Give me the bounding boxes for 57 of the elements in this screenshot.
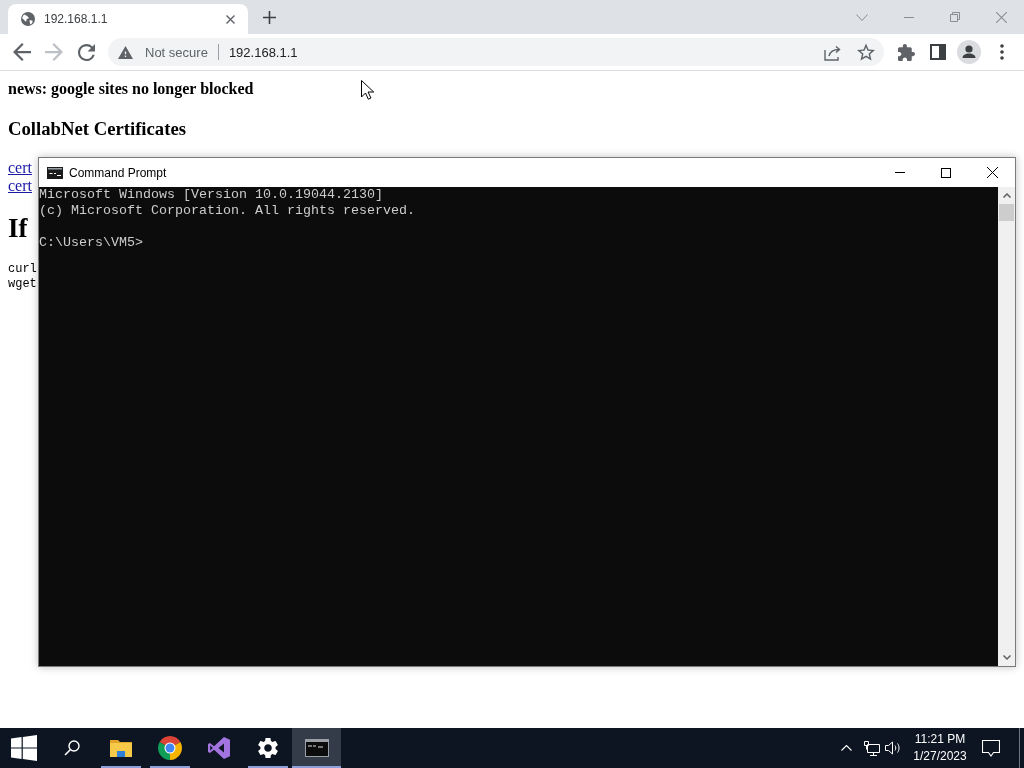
- mouse-pointer-icon: [361, 80, 374, 100]
- notification-icon: [982, 739, 1000, 757]
- maximize-icon: [941, 167, 951, 178]
- console-app-icon: [47, 166, 63, 179]
- close-icon: [986, 167, 998, 178]
- browser-tab[interactable]: 192.168.1.1: [8, 4, 248, 34]
- window-title: Command Prompt: [69, 165, 168, 180]
- console-panel[interactable]: Microsoft Windows [Version 10.0.19044.2130] (c) Microsoft Corporation. All rights reserved. C:\Users\VM5>: [39, 187, 998, 666]
- warning-icon: [118, 45, 133, 59]
- scrollbar-track[interactable]: [998, 187, 1015, 666]
- security-chip[interactable]: Not secure: [118, 44, 208, 60]
- console-output-line: Microsoft Windows [Version 10.0.19044.2130]: [39, 187, 383, 203]
- clock[interactable]: 11:21 PM 1/27/2023: [909, 728, 971, 768]
- browser-logo-icon: [157, 736, 182, 760]
- news-heading: news: google sites no longer blocked: [8, 80, 254, 98]
- profile-button[interactable]: [955, 38, 983, 66]
- address-bar[interactable]: Not secure 192.168.1.1: [108, 38, 884, 66]
- bookmark-button[interactable]: [857, 43, 875, 61]
- reload-icon: [77, 43, 95, 61]
- scroll-down-icon[interactable]: [1002, 655, 1011, 660]
- network-icon: [864, 740, 880, 756]
- plus-icon: [262, 10, 276, 24]
- close-icon: [225, 14, 235, 24]
- avatar-icon: [957, 40, 981, 64]
- terminal-icon: [304, 739, 329, 757]
- forward-arrow-icon: [45, 43, 63, 61]
- side-panel-icon: [930, 44, 946, 60]
- chevron-down-icon: [856, 13, 868, 21]
- minimize-icon: [904, 16, 914, 18]
- restore-icon: [950, 12, 960, 22]
- puzzle-icon: [897, 43, 915, 61]
- more-vertical-icon: [1000, 44, 1004, 60]
- globe-icon: [20, 11, 36, 27]
- settings-icon: [257, 738, 278, 758]
- caret-up-icon: [840, 745, 852, 751]
- console-output-line: (c) Microsoft Corporation. All rights reserved.: [39, 203, 415, 219]
- page-heading: CollabNet Certificates: [8, 118, 186, 140]
- ide-logo-icon: [207, 737, 230, 759]
- code-line: curl: [8, 262, 37, 277]
- cert-link[interactable]: cert: [8, 159, 32, 177]
- windows-logo-icon: [11, 735, 37, 761]
- console-prompt: C:\Users\VM5>: [39, 235, 143, 251]
- back-arrow-icon: [13, 43, 31, 61]
- taskbar-button[interactable]: [292, 728, 341, 768]
- scrollbar-thumb[interactable]: [999, 204, 1014, 221]
- volume-icon: [885, 741, 901, 755]
- cert-link[interactable]: cert: [8, 177, 32, 195]
- code-line: wget: [8, 277, 37, 292]
- share-button[interactable]: [824, 43, 842, 61]
- scroll-up-icon[interactable]: [1002, 193, 1011, 198]
- share-icon: [824, 43, 842, 61]
- section-heading: If: [8, 212, 28, 244]
- minimize-icon: [895, 172, 905, 173]
- search-icon: [64, 740, 80, 756]
- folder-icon: [109, 739, 132, 757]
- close-icon: [995, 11, 1007, 23]
- star-icon: [857, 43, 875, 61]
